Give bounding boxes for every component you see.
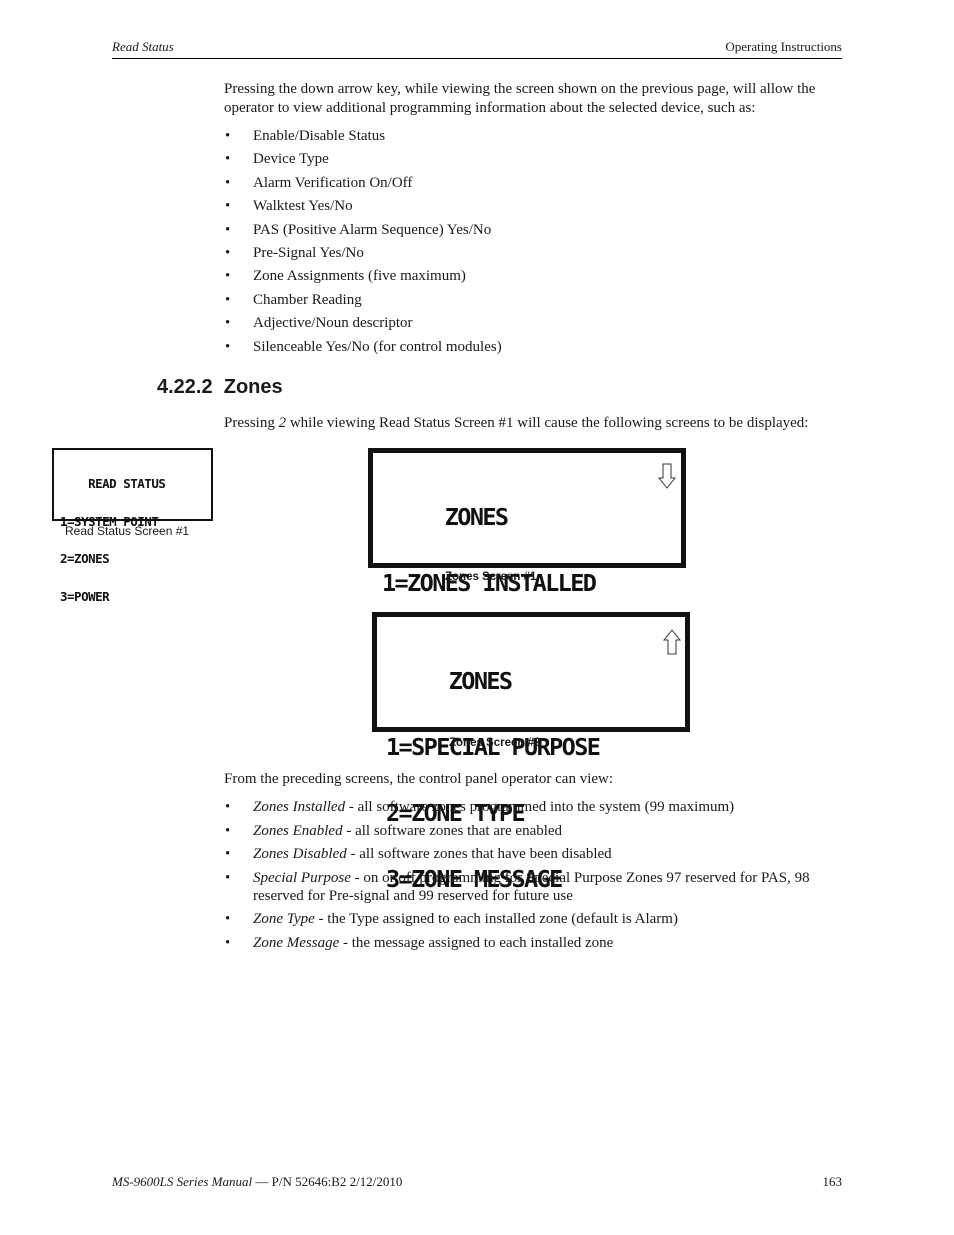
list-item: Adjective/Noun descriptor (224, 314, 844, 332)
list-item: Pre-Signal Yes/No (224, 244, 844, 262)
lcd-line: READ STATUS (60, 476, 166, 491)
footer-manual: MS-9600LS Series Manual — P/N 52646:B2 2… (112, 1174, 402, 1190)
description: - all software zones that are enabled (342, 822, 563, 839)
page-number: 163 (822, 1174, 843, 1189)
list-item: Chamber Reading (224, 291, 844, 309)
read-status-caption: Read Status Screen #1 (65, 524, 190, 538)
lcd-line: 2=ZONES (60, 551, 110, 566)
zones-screen-1: ZONES 1=ZONES INSTALLED 2=ZONES ENABLED … (368, 448, 686, 727)
header-section: Read Status (112, 39, 174, 54)
text: while viewing Read Status Screen #1 will… (286, 415, 809, 431)
lcd-line: 3=POWER (60, 588, 110, 604)
intro-paragraph: Pressing the down arrow key, while viewi… (224, 81, 816, 116)
term: Special Purpose (253, 869, 351, 886)
page-header: Read Status Operating Instructions (112, 38, 842, 59)
list-item: Zones Enabled - all software zones that … (224, 822, 834, 840)
list-item: Zone Message - the message assigned to e… (224, 934, 834, 952)
down-arrow-icon (658, 463, 676, 489)
list-item: Zone Type - the Type assigned to each in… (224, 910, 834, 928)
term: Zone Type (253, 911, 315, 927)
section-number: 4.22.2 (157, 376, 213, 398)
list-item: Silenceable Yes/No (for control modules) (224, 338, 844, 356)
lcd-line: ZONES (382, 503, 509, 531)
up-arrow-icon (663, 629, 681, 655)
text: Pressing (224, 415, 279, 431)
list-item: Alarm Verification On/Off (224, 174, 844, 192)
manual-title: MS-9600LS Series Manual (112, 1174, 253, 1189)
zones-screen-2-caption: Zones Screen #2 (449, 737, 541, 749)
list-item: Zones Disabled - all software zones that… (224, 845, 834, 863)
section-title: Zones (223, 376, 283, 398)
lcd-line: ZONES (386, 667, 513, 695)
term: Zones Installed (253, 799, 346, 815)
part-number: — P/N 52646:B2 2/12/2010 (252, 1174, 403, 1189)
description: - all software zones programmed into the… (345, 799, 735, 815)
zone-views-list: Zones Installed - all software zones pro… (224, 798, 834, 952)
pressing-paragraph: Pressing 2 while viewing Read Status Scr… (224, 414, 844, 433)
description: - the message assigned to each installed… (339, 934, 614, 951)
device-info-list: Enable/Disable Status Device Type Alarm … (224, 127, 844, 356)
section-heading: 4.22.2 Zones (157, 376, 283, 399)
list-item: Walktest Yes/No (224, 197, 844, 215)
preceding-paragraph: From the preceding screens, the control … (224, 771, 614, 787)
header-chapter: Operating Instructions (725, 39, 842, 54)
zones-screen-1-caption: Zones Screen #1 (445, 571, 537, 583)
description: - all software zones that have been disa… (346, 846, 612, 862)
term: Zone Message (253, 934, 340, 951)
term: Zones Enabled (253, 822, 343, 839)
read-status-screen: READ STATUS 1=SYSTEM POINT 2=ZONES 3=POW… (52, 448, 213, 602)
list-item: Device Type (224, 150, 844, 168)
list-item: PAS (Positive Alarm Sequence) Yes/No (224, 221, 844, 239)
list-item: Zone Assignments (five maximum) (224, 267, 844, 285)
list-item: Special Purpose - on or off programming … (224, 869, 834, 905)
list-item: Enable/Disable Status (224, 127, 844, 145)
list-item: Zones Installed - all software zones pro… (224, 798, 834, 816)
key-number: 2 (278, 415, 287, 431)
zones-screen-2: ZONES 1=SPECIAL PURPOSE 2=ZONE TYPE 3=ZO… (372, 612, 690, 891)
term: Zones Disabled (253, 846, 347, 862)
description: - the Type assigned to each installed zo… (314, 911, 678, 927)
